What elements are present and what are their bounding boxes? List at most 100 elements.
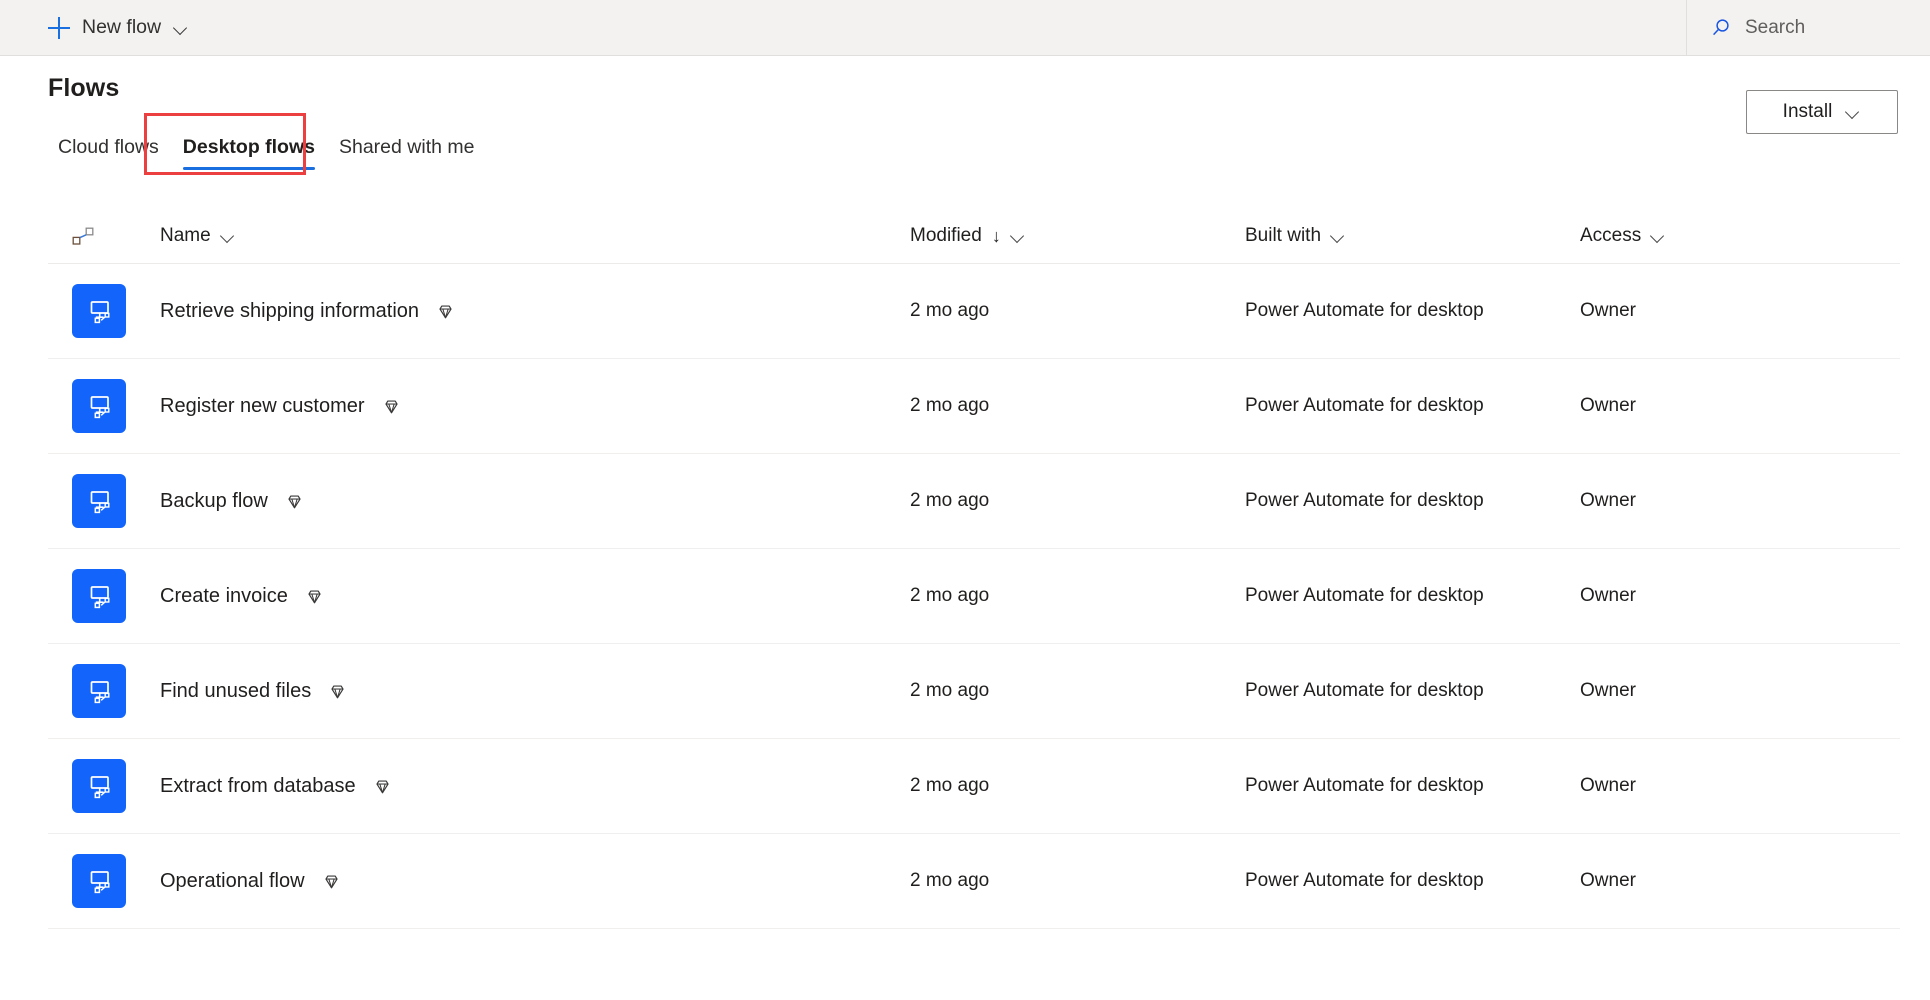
flow-connector-icon <box>72 227 94 245</box>
flow-name: Backup flow <box>160 489 268 512</box>
table-row[interactable]: Backup flow 2 mo ago Power Automate for … <box>48 454 1900 549</box>
row-modified-cell: 2 mo ago <box>910 775 990 796</box>
desktop-flow-icon <box>72 759 126 813</box>
table-row[interactable]: Register new customer 2 mo ago Power Aut… <box>48 359 1900 454</box>
flow-name: Retrieve shipping information <box>160 299 420 322</box>
row-icon-cell <box>48 569 160 623</box>
desktop-flow-icon <box>72 854 126 908</box>
flows-pivot-tabs: Cloud flows Desktop flows Shared with me <box>46 126 486 172</box>
tab-cloud-flows[interactable]: Cloud flows <box>46 134 171 172</box>
premium-gem-icon <box>384 399 398 413</box>
column-label: Built with <box>1245 224 1322 246</box>
command-bar: New flow Search <box>0 0 1930 56</box>
chevron-down-icon[interactable] <box>220 228 236 244</box>
row-access-cell: Owner <box>1580 585 1636 606</box>
row-icon-cell <box>48 379 160 433</box>
row-built-with-cell: Power Automate for desktop <box>1245 490 1484 511</box>
page-title: Flows <box>48 74 120 102</box>
premium-gem-icon <box>331 684 344 698</box>
column-label: Modified <box>910 224 982 246</box>
row-modified-cell: 2 mo ago <box>910 490 990 511</box>
install-button[interactable]: Install <box>1746 90 1898 134</box>
search-placeholder: Search <box>1745 17 1806 38</box>
chevron-down-icon[interactable] <box>1650 228 1666 244</box>
column-header-name[interactable]: Name <box>160 225 910 247</box>
row-access-cell: Owner <box>1580 775 1636 796</box>
premium-gem-icon <box>308 589 321 603</box>
row-icon-cell <box>48 759 160 813</box>
flow-name: Create invoice <box>160 584 288 607</box>
row-modified-cell: 2 mo ago <box>910 395 990 416</box>
chevron-down-icon[interactable] <box>1010 228 1026 244</box>
row-built-with-cell: Power Automate for desktop <box>1245 870 1484 891</box>
chevron-down-icon[interactable] <box>1845 104 1861 120</box>
tab-label: Desktop flows <box>182 136 315 158</box>
tab-label: Cloud flows <box>58 136 159 158</box>
chevron-down-icon[interactable] <box>173 20 189 36</box>
desktop-flow-icon <box>72 664 126 718</box>
row-icon-cell <box>48 854 160 908</box>
flow-name: Extract from database <box>160 774 356 797</box>
row-name-cell[interactable]: Extract from database <box>160 775 910 798</box>
row-name-cell[interactable]: Create invoice <box>160 585 910 608</box>
column-label: Name <box>160 224 211 246</box>
row-modified-cell: 2 mo ago <box>910 870 990 891</box>
column-header-access[interactable]: Access <box>1580 225 1900 247</box>
plus-icon <box>48 16 70 39</box>
row-name-cell[interactable]: Backup flow <box>160 490 910 513</box>
search-box[interactable]: Search <box>1686 0 1930 56</box>
row-built-with-cell: Power Automate for desktop <box>1245 395 1484 416</box>
row-access-cell: Owner <box>1580 300 1636 321</box>
row-access-cell: Owner <box>1580 870 1636 891</box>
column-header-built-with[interactable]: Built with <box>1245 225 1580 247</box>
row-icon-cell <box>48 664 160 718</box>
chevron-down-icon[interactable] <box>1330 228 1346 244</box>
row-built-with-cell: Power Automate for desktop <box>1245 585 1484 606</box>
table-row[interactable]: Find unused files 2 mo ago Power Automat… <box>48 644 1900 739</box>
table-row[interactable]: Retrieve shipping information 2 mo ago P… <box>48 264 1900 359</box>
premium-gem-icon <box>324 874 338 888</box>
flow-name: Register new customer <box>160 394 365 417</box>
tab-label: Shared with me <box>338 136 475 158</box>
row-icon-cell <box>48 284 160 338</box>
table-row[interactable]: Operational flow 2 mo ago Power Automate… <box>48 834 1900 929</box>
row-name-cell[interactable]: Register new customer <box>160 395 910 418</box>
row-modified-cell: 2 mo ago <box>910 585 990 606</box>
desktop-flow-icon <box>72 569 126 623</box>
table-row[interactable]: Extract from database 2 mo ago Power Aut… <box>48 739 1900 834</box>
install-label: Install <box>1782 101 1833 122</box>
table-body: Retrieve shipping information 2 mo ago P… <box>0 264 1930 929</box>
row-name-cell[interactable]: Retrieve shipping information <box>160 300 910 323</box>
desktop-flow-icon <box>72 284 126 338</box>
row-name-cell[interactable]: Find unused files <box>160 680 910 703</box>
new-flow-label: New flow <box>82 16 162 38</box>
row-access-cell: Owner <box>1580 395 1636 416</box>
desktop-flows-table: Name Modified ↓ Built with Access Retrie… <box>0 208 1930 929</box>
new-flow-button[interactable]: New flow <box>48 0 189 56</box>
desktop-flow-icon <box>72 474 126 528</box>
row-name-cell[interactable]: Operational flow <box>160 870 910 893</box>
premium-gem-icon <box>439 304 452 318</box>
tab-shared-with-me[interactable]: Shared with me <box>327 134 486 172</box>
column-label: Access <box>1580 224 1642 246</box>
row-built-with-cell: Power Automate for desktop <box>1245 680 1484 701</box>
row-built-with-cell: Power Automate for desktop <box>1245 300 1484 321</box>
row-access-cell: Owner <box>1580 490 1636 511</box>
sort-descending-icon: ↓ <box>991 225 1001 246</box>
column-header-modified[interactable]: Modified ↓ <box>910 225 1245 247</box>
row-access-cell: Owner <box>1580 680 1636 701</box>
row-modified-cell: 2 mo ago <box>910 300 990 321</box>
tab-desktop-flows[interactable]: Desktop flows <box>171 134 327 172</box>
table-header-row: Name Modified ↓ Built with Access <box>48 208 1900 264</box>
row-icon-cell <box>48 474 160 528</box>
desktop-flow-icon <box>72 379 126 433</box>
premium-gem-icon <box>376 779 389 793</box>
premium-gem-icon <box>288 494 301 508</box>
row-modified-cell: 2 mo ago <box>910 680 990 701</box>
row-built-with-cell: Power Automate for desktop <box>1245 775 1484 796</box>
flow-name: Find unused files <box>160 679 312 702</box>
table-row[interactable]: Create invoice 2 mo ago Power Automate f… <box>48 549 1900 644</box>
column-header-icon[interactable] <box>48 226 160 246</box>
flow-name: Operational flow <box>160 869 305 892</box>
search-icon <box>1713 19 1729 36</box>
